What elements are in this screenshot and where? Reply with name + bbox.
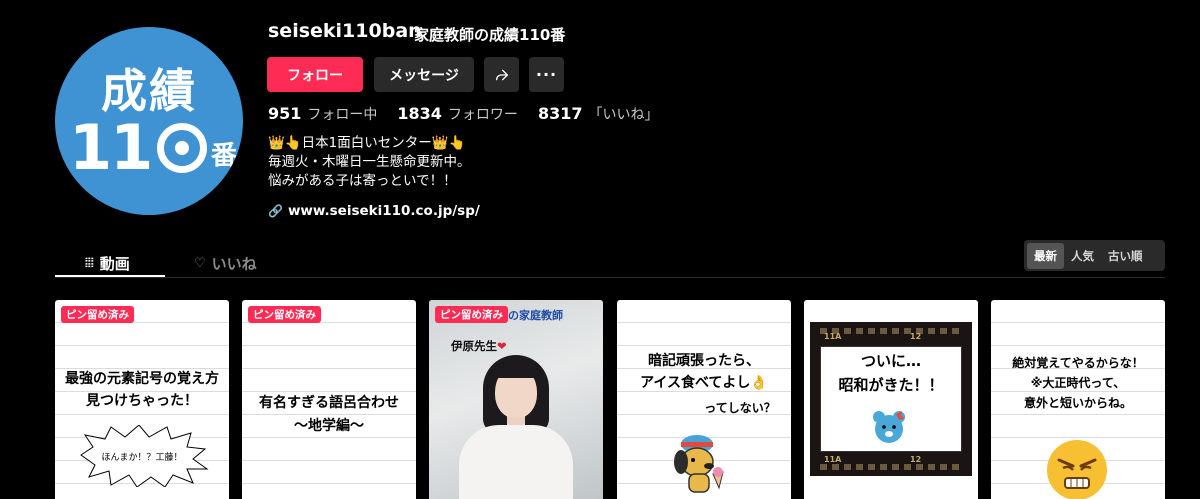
heart-outline-icon: ♡	[194, 255, 206, 271]
bio-link-text: www.seiseki110.co.jp/sp/	[287, 203, 480, 219]
tab-divider	[55, 277, 1165, 278]
bio: 👑👆日本1面白いセンター👑👆 毎週火・木曜日一生懸命更新中。 悩みがある子は寄っ…	[268, 134, 471, 191]
video-title-line: ついに…	[860, 352, 921, 370]
avatar-target-icon	[157, 123, 207, 173]
sort-popular[interactable]: 人気	[1064, 243, 1101, 269]
video-title-line: 暗記頑張ったら、	[648, 353, 760, 369]
bear-character-icon	[873, 411, 905, 443]
pinned-badge: ピン留め済み	[248, 306, 321, 323]
video-thumbnail[interactable]: 11A 12 11A 12 ついに… 昭和がきた！！	[804, 300, 978, 499]
film-frame-number: 12	[910, 332, 922, 341]
sort-oldest[interactable]: 古い順	[1101, 243, 1150, 269]
video-thumbnail[interactable]: ピン留め済み 有名すぎる語呂合わせ 〜地学編〜	[242, 300, 416, 499]
sort-segmented-control: 最新 人気 古い順	[1024, 240, 1165, 271]
profile-stats: 951 フォロー中 1834 フォロワー 8317 「いいね」	[268, 104, 678, 124]
tab-videos[interactable]: ⦙⦙⦙ 動画	[85, 248, 130, 278]
video-title-line: アイス食べてよし👌	[640, 375, 768, 391]
video-thumbnail[interactable]: 暗記頑張ったら、 アイス食べてよし👌 ってしない？	[617, 300, 791, 499]
video-title-line: 有名すぎる語呂合わせ	[259, 395, 399, 411]
profile-avatar[interactable]: 成績 11 番	[55, 27, 243, 215]
tab-likes-label: いいね	[211, 254, 257, 273]
video-title-line: 絶対覚えてやるからな！	[1012, 356, 1144, 370]
bio-line: 👑👆日本1面白いセンター👑👆	[268, 135, 466, 151]
heart-icon: ❤	[497, 339, 507, 353]
share-icon	[495, 69, 508, 80]
link-icon: 🔗	[268, 204, 283, 218]
video-thumbnail[interactable]: ピン留め済み 最強の元素記号の覚え方 見つけちゃった！ ほんまか！？工藤！	[55, 300, 229, 499]
video-thumbnail[interactable]: ピン留め済み 森の家庭教師 伊原先生❤	[429, 300, 603, 499]
avatar-text-ban: 番	[211, 141, 238, 171]
likes-count: 8317	[537, 104, 583, 123]
video-title-line: 昭和がきた！！	[838, 376, 944, 394]
angry-face-icon	[1047, 440, 1107, 499]
more-options-button[interactable]: ···	[529, 57, 564, 92]
message-button[interactable]: メッセージ	[374, 57, 474, 92]
avatar-text-110: 11	[69, 111, 153, 184]
bio-line: 毎週火・木曜日一生懸命更新中。	[268, 154, 471, 170]
following-label: フォロー中	[307, 107, 378, 123]
pinned-badge: ピン留め済み	[61, 306, 134, 323]
tab-likes[interactable]: ♡ いいね	[194, 248, 257, 278]
video-subtitle: ってしない？	[704, 401, 776, 415]
teacher-name: 伊原先生❤	[451, 339, 507, 353]
video-title-line: 〜地学編〜	[294, 418, 364, 434]
share-button[interactable]	[484, 57, 519, 92]
video-title-line: 見つけちゃった！	[86, 393, 198, 409]
video-thumbnail[interactable]: 絶対覚えてやるからな！ ※大正時代って、 意外と短いからね。	[991, 300, 1165, 499]
speech-bubble-text: ほんまか！？工藤！	[101, 453, 183, 463]
following-count[interactable]: 951	[268, 104, 301, 123]
bio-line: 悩みがある子は寄っといで！！	[268, 173, 457, 189]
dog-character-icon	[674, 435, 724, 493]
likes-label: 「いいね」	[588, 107, 659, 123]
grid-icon: ⦙⦙⦙	[85, 255, 94, 271]
film-strip: 11A 12 11A 12	[810, 322, 972, 476]
video-title-line: ※大正時代って、	[1030, 376, 1126, 390]
video-title-line: 最強の元素記号の覚え方	[65, 371, 219, 387]
film-frame-number: 12	[910, 455, 922, 464]
film-frame-number: 11A	[824, 332, 842, 341]
followers-label: フォロワー	[447, 107, 518, 123]
pinned-badge: ピン留め済み	[435, 306, 508, 323]
video-title-line: 意外と短いからね。	[1023, 396, 1132, 410]
tab-videos-label: 動画	[99, 254, 130, 273]
followers-count[interactable]: 1834	[397, 104, 442, 123]
sort-latest[interactable]: 最新	[1027, 242, 1064, 269]
username: seiseki110ban	[268, 20, 422, 42]
display-name: 家庭教師の成績110番	[414, 26, 566, 44]
bio-link[interactable]: 🔗 www.seiseki110.co.jp/sp/	[268, 203, 480, 219]
film-frame-number: 11A	[824, 455, 842, 464]
follow-button[interactable]: フォロー	[267, 57, 363, 92]
